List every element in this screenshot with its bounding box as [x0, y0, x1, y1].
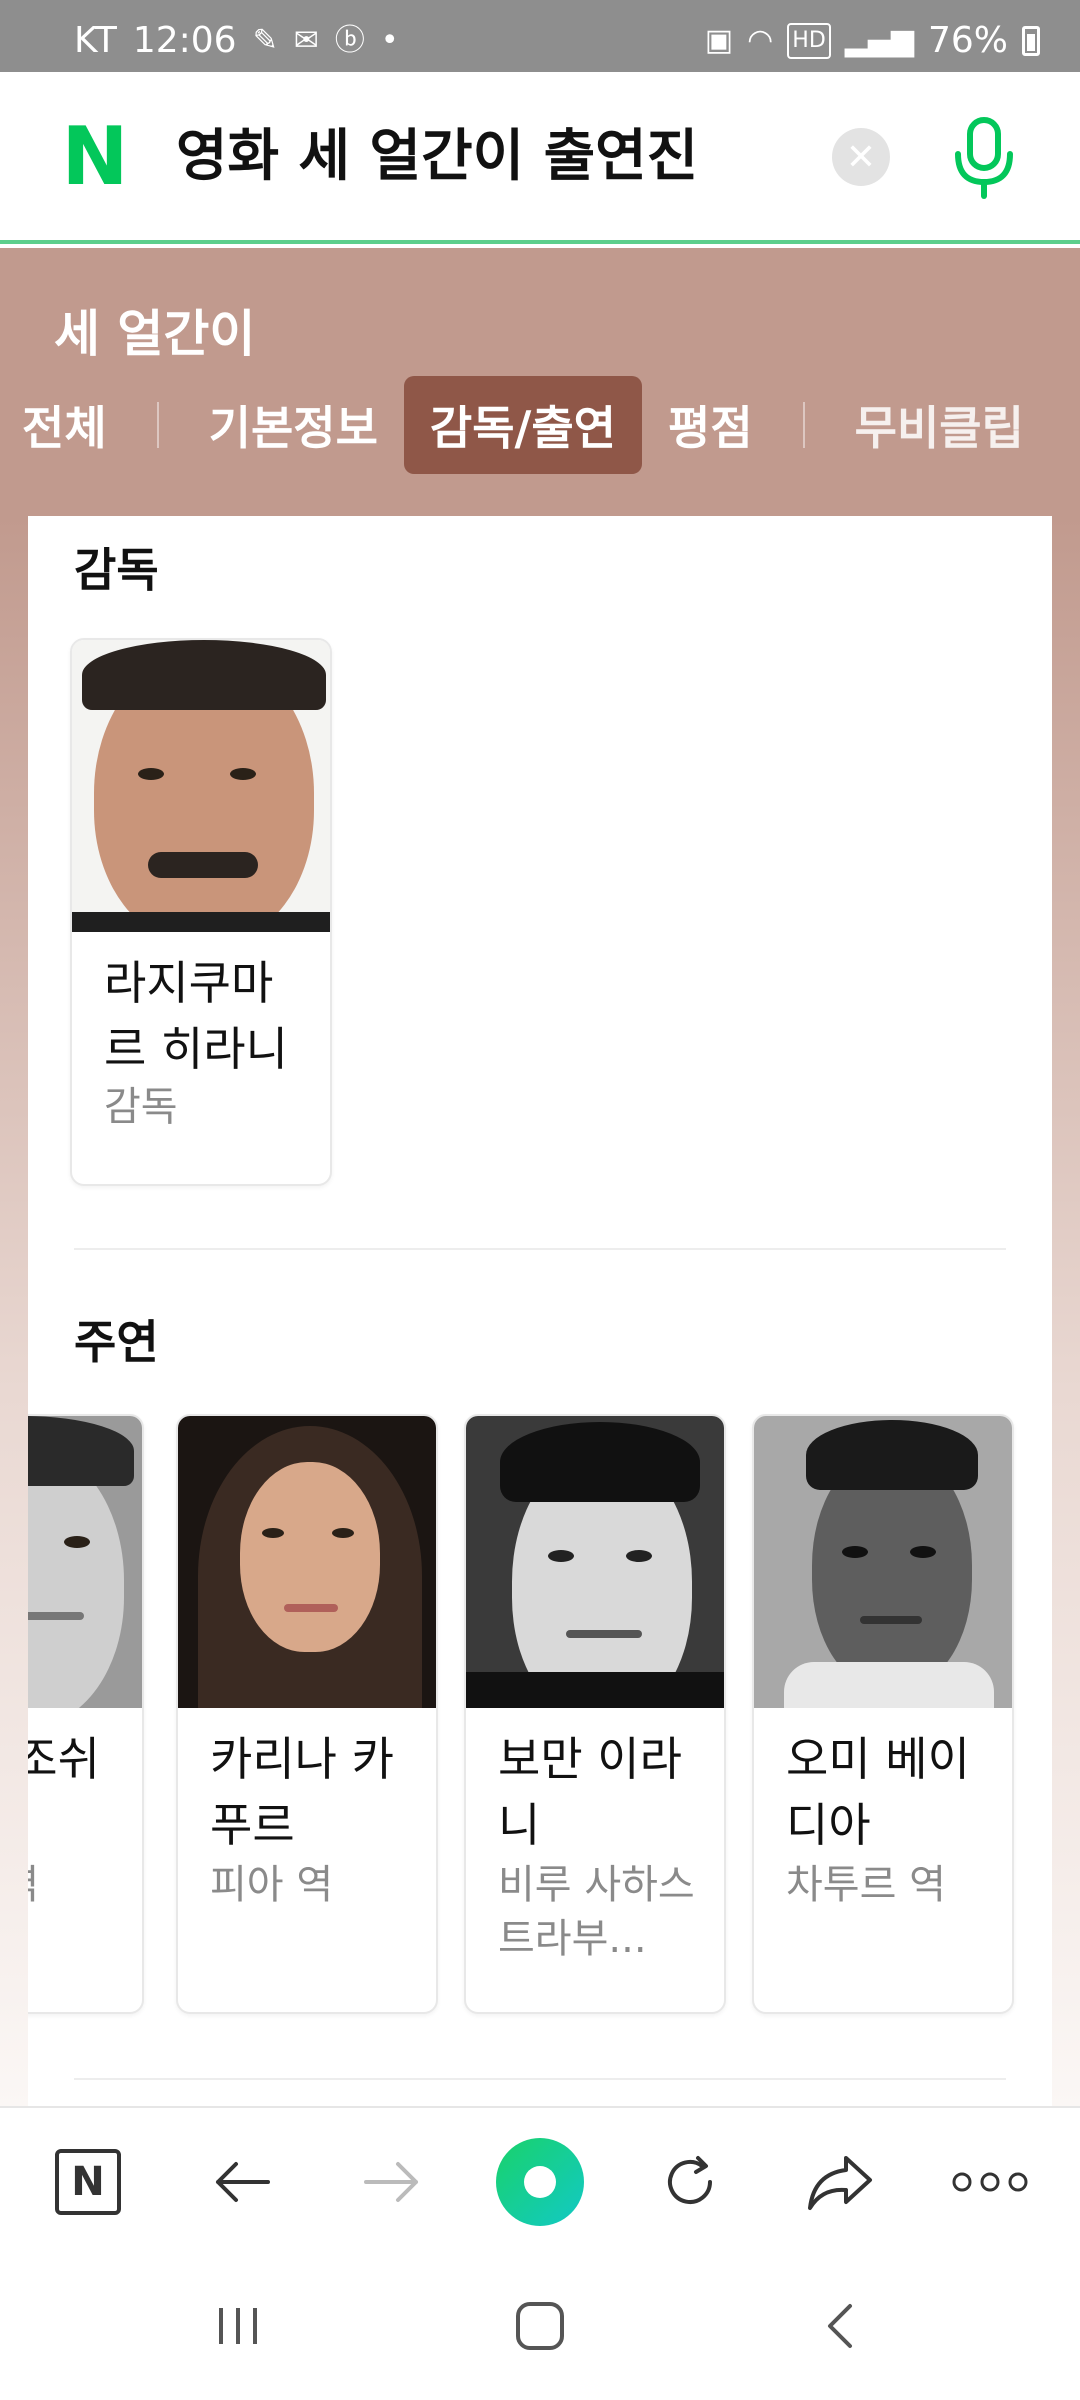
cast-photo [28, 1416, 142, 1708]
section-divider [74, 1248, 1006, 1250]
tab-rating[interactable]: 평점 [642, 376, 779, 474]
tab-all[interactable]: 전체 [0, 376, 133, 474]
person-name: 보만 이라니 [498, 1732, 682, 1852]
dot-icon: • [380, 22, 399, 58]
person-name: 셔먼 조쉬 [28, 1732, 100, 1786]
director-section-title: 감독 [74, 543, 159, 597]
b-app-icon: ⓑ [334, 22, 365, 58]
cast-content-card: 감독 라지쿠마르 히라니 감독 주연 셔먼 조쉬 라주 역 [28, 516, 1052, 2106]
home-icon[interactable] [500, 2296, 580, 2356]
cast-photo [754, 1416, 1012, 1708]
person-role: 비루 사하스트라부... [498, 1862, 695, 1962]
naver-logo-icon[interactable]: N [58, 117, 132, 197]
back-icon[interactable] [206, 2146, 278, 2218]
carrier-label: KT [74, 20, 117, 61]
movie-header: 세 얼간이 전체 기본정보 감독/출연 평점 무비클립 [0, 248, 1080, 516]
tab-divider [156, 402, 159, 448]
movie-title: 세 얼간이 [54, 305, 256, 363]
green-dot-icon[interactable] [496, 2138, 584, 2226]
lead-section-title: 주연 [74, 1315, 159, 1369]
person-role: 차투르 역 [786, 1862, 946, 1908]
status-left: KT 12:06 ✎ ✉ ⓑ • [74, 20, 399, 61]
tab-movie-clip[interactable]: 무비클립 [829, 376, 1050, 474]
tab-divider [802, 402, 805, 448]
person-role: 라주 역 [28, 1858, 136, 1912]
status-bar: KT 12:06 ✎ ✉ ⓑ • ▣ ◠ HD ▂▄▆ 76% [0, 0, 1080, 72]
person-name: 라지쿠마르 히라니 [104, 956, 288, 1076]
cast-photo [466, 1416, 724, 1708]
notification-icon: ✎ [252, 22, 278, 58]
person-role: 감독 [104, 1084, 178, 1130]
cast-photo [178, 1416, 436, 1708]
more-icon[interactable] [950, 2146, 1030, 2218]
system-nav-bar [0, 2254, 1080, 2400]
battery-percent: 76% [927, 20, 1008, 61]
lock-icon: ▣ [704, 22, 734, 58]
mail-icon: ✉ [293, 22, 319, 58]
director-photo [72, 640, 330, 932]
wifi-icon: ◠ [747, 22, 774, 58]
naver-home-button[interactable]: N [52, 2146, 124, 2218]
battery-icon [1022, 25, 1040, 56]
browser-toolbar: N [0, 2106, 1080, 2254]
mic-icon[interactable] [944, 116, 1024, 202]
status-right: ▣ ◠ HD ▂▄▆ 76% [705, 20, 1040, 61]
section-divider [74, 2078, 1006, 2080]
person-card-cast-3[interactable]: 보만 이라니 비루 사하스트라부... [464, 1414, 726, 2014]
recents-icon[interactable] [198, 2296, 278, 2356]
signal-icon: ▂▄▆ [844, 22, 914, 58]
person-name: 오미 베이디아 [786, 1732, 970, 1852]
person-card-cast-2[interactable]: 카리나 카푸르 피아 역 [176, 1414, 438, 2014]
tab-director-cast[interactable]: 감독/출연 [403, 376, 643, 474]
search-input[interactable]: 영화 세 얼간이 출연진 [176, 124, 698, 190]
person-card-cast-1[interactable]: 셔먼 조쉬 라주 역 [28, 1414, 144, 2014]
share-icon[interactable] [804, 2146, 876, 2218]
forward-icon[interactable] [356, 2146, 428, 2218]
hd-badge: HD [787, 22, 831, 59]
tab-basic-info[interactable]: 기본정보 [183, 376, 404, 474]
nav-back-icon[interactable] [800, 2296, 880, 2356]
clock: 12:06 [132, 20, 237, 61]
clear-icon[interactable]: ✕ [832, 128, 890, 186]
tab-bar: 전체 기본정보 감독/출연 평점 무비클립 [0, 376, 1080, 474]
search-header: N 영화 세 얼간이 출연진 ✕ [0, 72, 1080, 244]
person-card-director[interactable]: 라지쿠마르 히라니 감독 [70, 638, 332, 1186]
person-card-cast-4[interactable]: 오미 베이디아 차투르 역 [752, 1414, 1014, 2014]
refresh-icon[interactable] [654, 2146, 726, 2218]
person-role: 피아 역 [210, 1862, 334, 1908]
person-name: 카리나 카푸르 [210, 1732, 394, 1852]
